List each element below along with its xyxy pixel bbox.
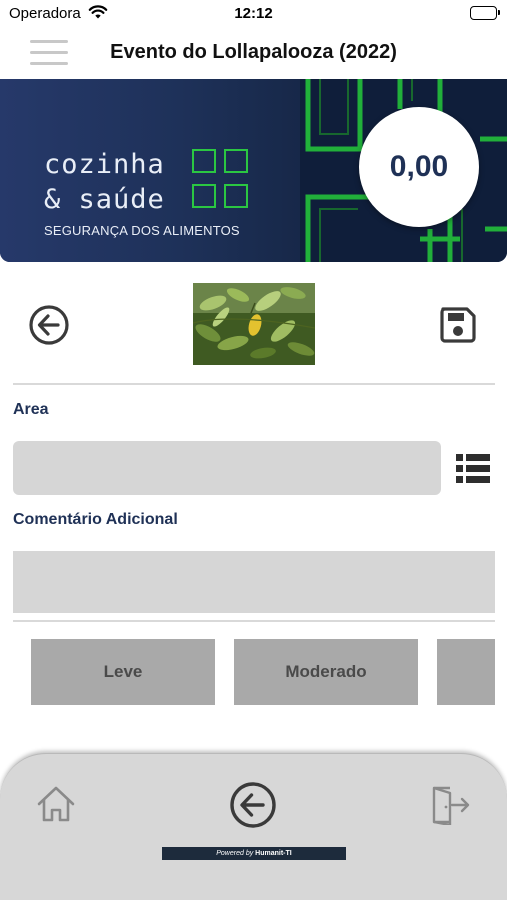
list-icon[interactable] xyxy=(455,452,491,486)
status-bar: Operadora 12:12 xyxy=(0,0,507,30)
divider xyxy=(13,620,495,622)
exit-door-icon xyxy=(432,786,470,827)
back-button[interactable] xyxy=(28,304,70,346)
nav-bar: Evento do Lollapalooza (2022) xyxy=(0,30,507,76)
photo-thumbnail xyxy=(193,283,315,365)
brand-banner: cozinha & saúde SEGURANÇA DOS ALIMENTOS … xyxy=(0,79,507,262)
severity-moderado-button[interactable]: Moderado xyxy=(234,639,418,705)
clock: 12:12 xyxy=(234,5,273,22)
powered-by-brand: Humanit-TI xyxy=(255,850,292,857)
powered-by-badge: Powered by Humanit-TI xyxy=(162,847,346,860)
area-select[interactable] xyxy=(13,441,441,495)
floppy-disk-icon xyxy=(440,307,476,343)
brand-logo: cozinha & saúde SEGURANÇA DOS ALIMENTOS xyxy=(44,147,248,238)
arrow-left-circle-icon xyxy=(29,305,69,345)
bottom-bar: Powered by Humanit-TI xyxy=(0,753,507,900)
brand-subtitle: SEGURANÇA DOS ALIMENTOS xyxy=(44,223,240,238)
exit-button[interactable] xyxy=(430,785,472,827)
powered-by-prefix: Powered by xyxy=(216,850,254,857)
score-value: 0,00 xyxy=(389,150,449,183)
battery-icon xyxy=(470,6,500,20)
score-badge: 0,00 xyxy=(359,107,479,227)
save-button[interactable] xyxy=(438,305,478,345)
severity-leve-button[interactable]: Leve xyxy=(31,639,215,705)
bottom-back-button[interactable] xyxy=(229,781,277,829)
brand-line-2: & saúde xyxy=(44,184,165,215)
home-button[interactable] xyxy=(36,784,76,824)
area-label: Area xyxy=(13,401,49,418)
action-row xyxy=(0,282,507,366)
arrow-left-circle-icon xyxy=(230,782,276,828)
severity-next-button[interactable] xyxy=(437,639,495,705)
brand-line-1: cozinha xyxy=(44,149,165,180)
screen: Operadora 12:12 Evento do Lollapalooza (… xyxy=(0,0,507,900)
plant-photo[interactable] xyxy=(193,283,315,365)
page-title: Evento do Lollapalooza (2022) xyxy=(110,41,397,63)
comment-input[interactable] xyxy=(13,551,495,613)
home-icon xyxy=(37,786,75,822)
comment-label: Comentário Adicional xyxy=(13,511,178,528)
divider xyxy=(13,383,495,385)
